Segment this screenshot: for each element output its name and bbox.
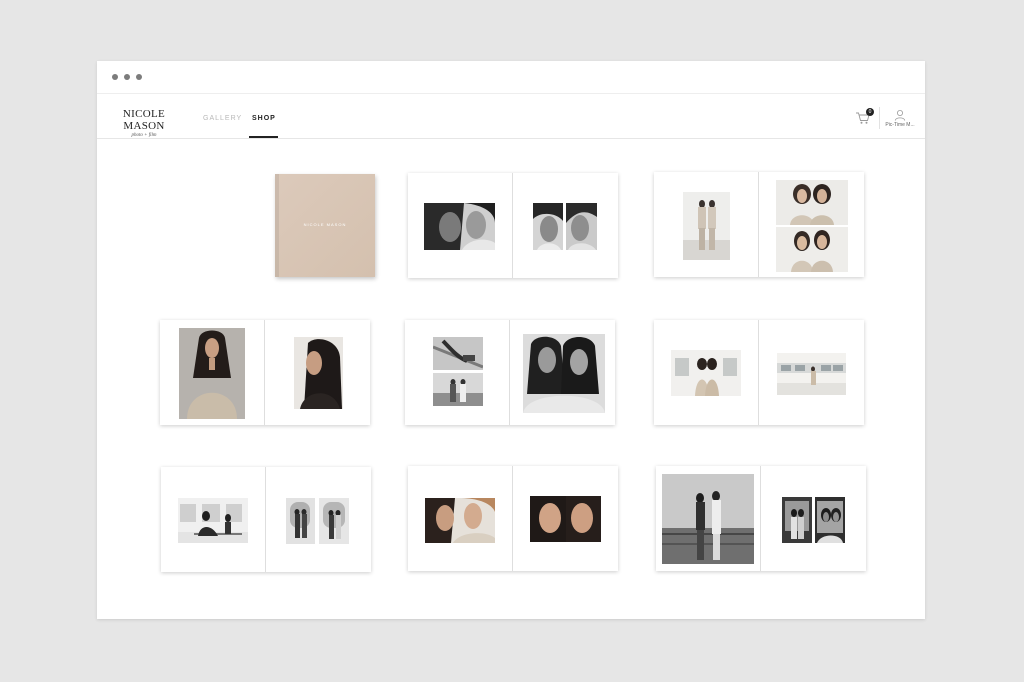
spread-fold [760,466,761,571]
album-spread[interactable] [405,320,615,425]
spread-photo [683,192,730,260]
brand-name: NICOLE MASON [122,108,166,132]
user-account-label[interactable]: Pic-Time M... [883,122,917,128]
spread-fold [758,172,759,277]
spread-fold [509,320,510,425]
spread-photo [178,498,248,543]
spread-photo [523,334,605,413]
spread-photo [776,180,848,225]
spread-photo [662,474,754,564]
spread-photo [319,498,349,544]
album-spread[interactable] [408,466,618,571]
spread-fold [265,467,266,572]
spread-photo [433,373,483,406]
spread-photo [294,337,343,409]
album-cover-title: NICOLE MASON [303,222,347,227]
header-divider [879,107,880,129]
spread-photo [530,496,601,542]
spread-photo [533,203,563,250]
spread-photo [425,498,495,543]
cart-count-badge: 0 [866,108,874,116]
active-tab-indicator [249,136,278,138]
spread-photo [776,227,848,272]
album-spread[interactable] [656,466,866,571]
spread-photo [424,203,495,250]
album-spread[interactable] [160,320,370,425]
user-icon[interactable] [894,108,906,121]
spread-photo [671,350,741,396]
window-titlebar [97,61,925,94]
spread-photo [777,353,846,395]
site-header: NICOLE MASON photo + film GALLERY SHOP 0… [97,94,925,139]
window-dot[interactable] [112,74,118,80]
album-cover[interactable]: NICOLE MASON [275,174,375,277]
spread-photo [815,497,845,543]
brand-logo[interactable]: NICOLE MASON photo + film [104,108,184,139]
album-spread[interactable] [654,320,864,425]
spread-fold [758,320,759,425]
album-spread[interactable] [408,173,618,278]
spread-fold [512,173,513,278]
nav-gallery[interactable]: GALLERY [203,115,242,122]
album-spread[interactable] [654,172,864,277]
spread-photo [782,497,812,543]
brand-subtitle: photo + film [131,133,157,138]
spread-fold [512,466,513,571]
window-dot[interactable] [124,74,130,80]
spread-photo [179,328,245,419]
album-spread[interactable] [161,467,371,572]
spread-photo [433,337,483,370]
spread-fold [264,320,265,425]
nav-shop[interactable]: SHOP [252,115,276,122]
spread-photo [566,203,597,250]
window-dot[interactable] [136,74,142,80]
spread-photo [286,498,315,544]
